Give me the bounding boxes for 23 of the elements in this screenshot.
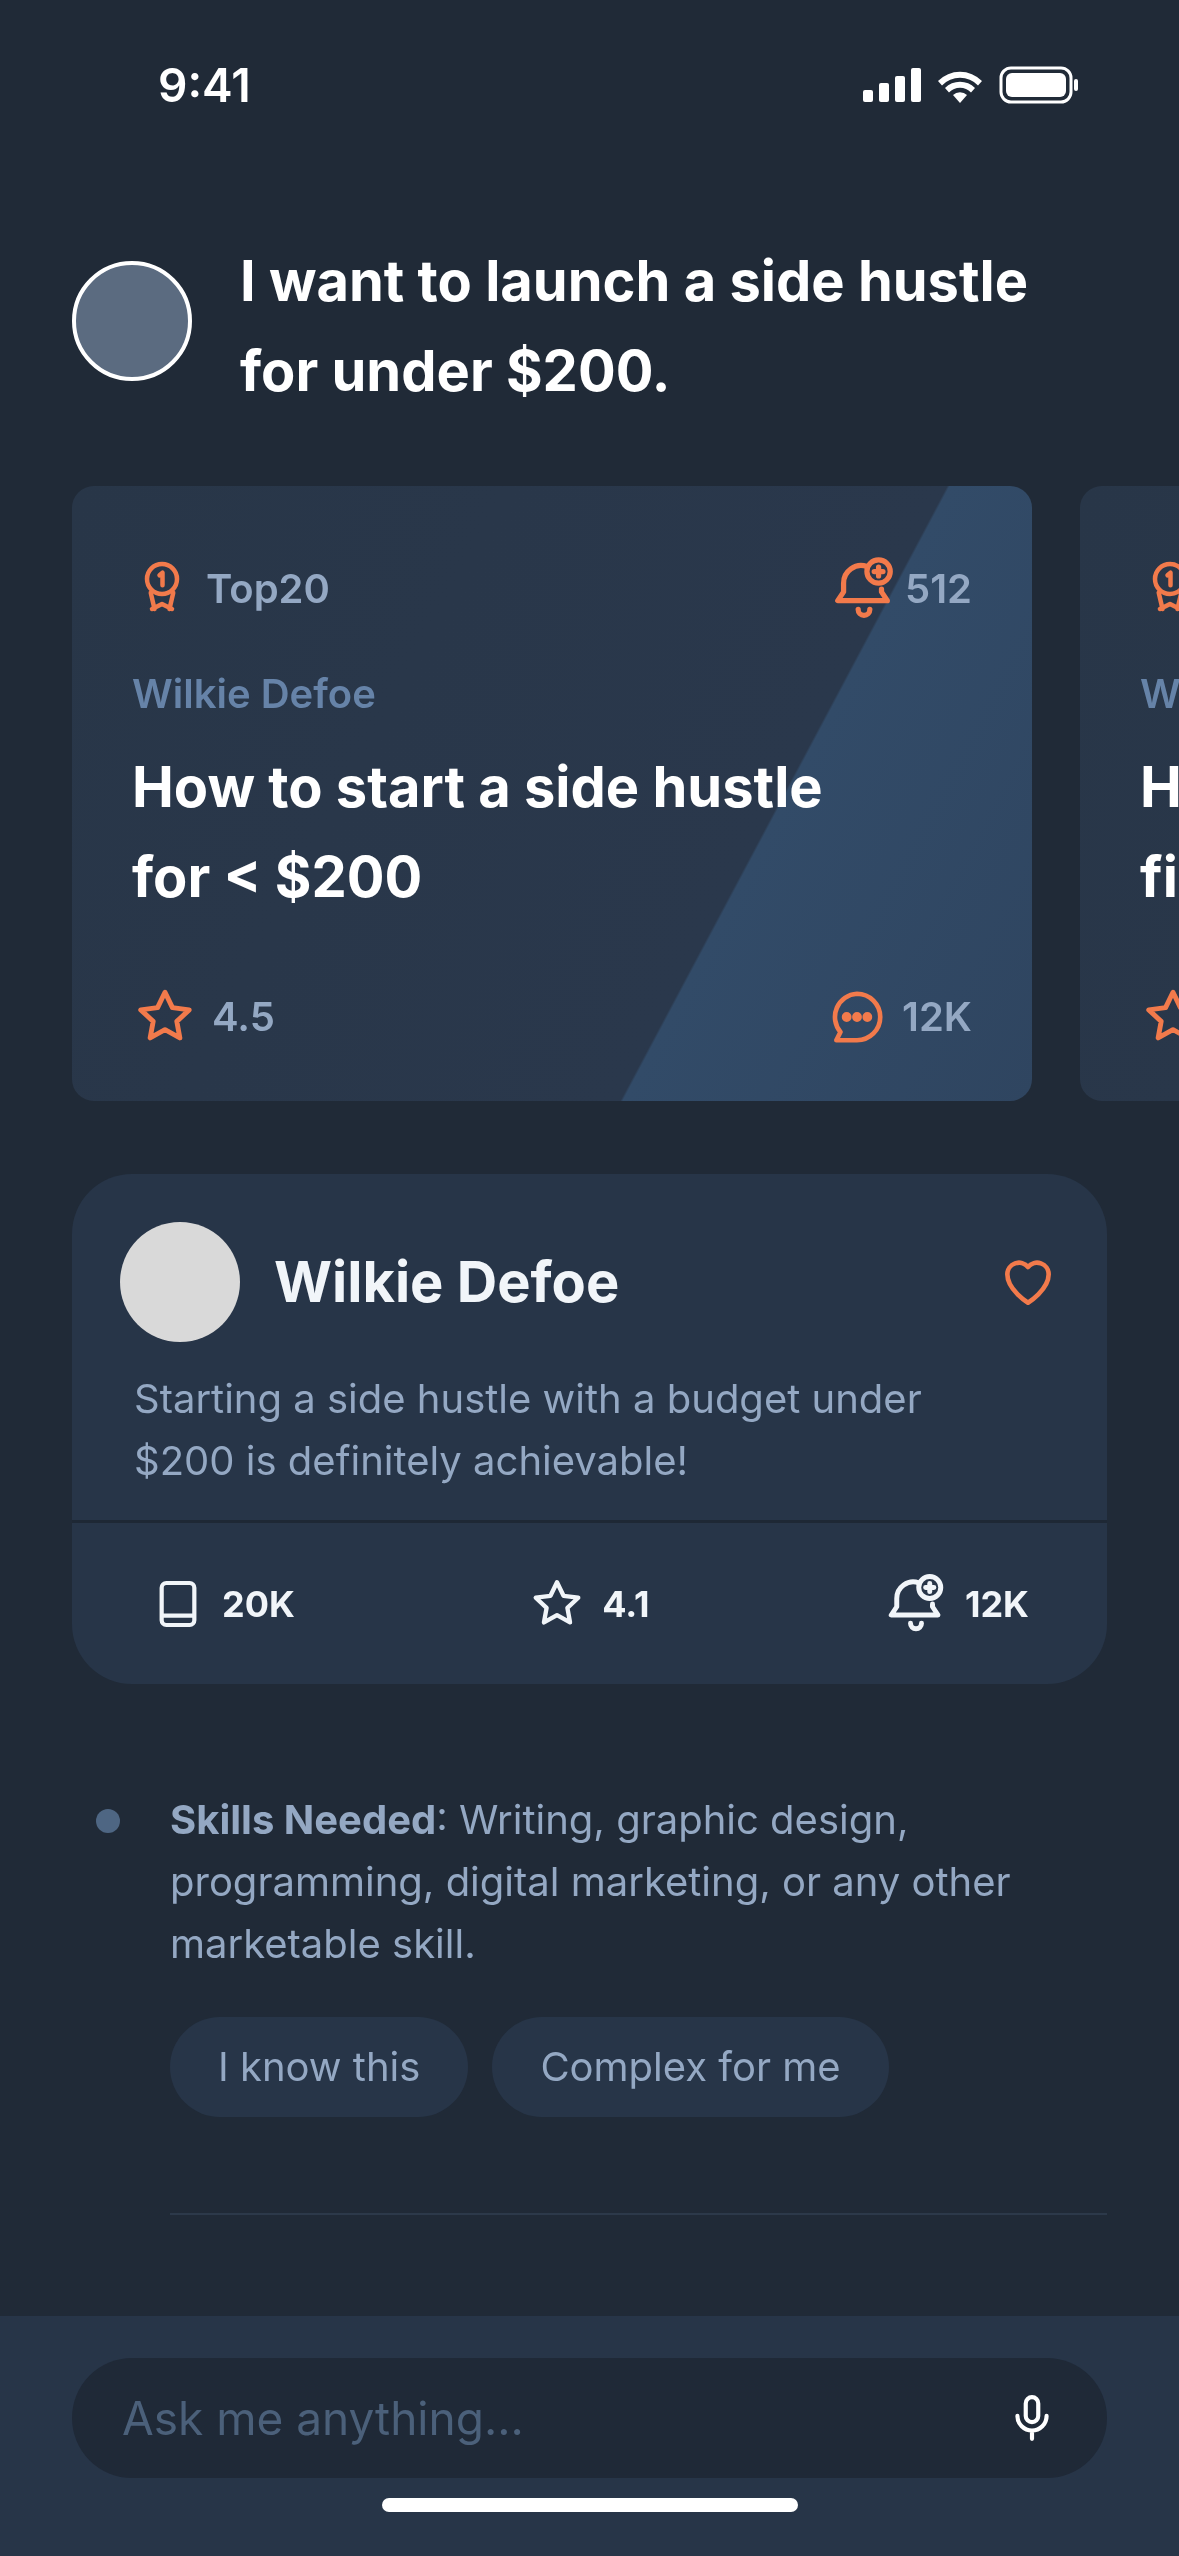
expert-name: Wilkie Defoe <box>274 1247 620 1318</box>
card-title: How to start a side hustle <box>132 752 823 823</box>
point-text: Skills Needed: Writing, graphic design, programming, digital marketing, or any other marketable skill. <box>170 1794 1012 1970</box>
topic-card[interactable]: Top20 512 Wilkie Defoe How to start a side hustle for < $200 4.5 12K <box>72 486 1032 1101</box>
card-title: for < $200 <box>132 842 423 913</box>
message-field[interactable]: Ask me anything... <box>72 2358 1107 2478</box>
response-chip[interactable]: Complex for me <box>492 2017 889 2117</box>
card-title: fi <box>1140 842 1178 913</box>
author-name: Wilkie Defoe <box>132 668 376 720</box>
battery-icon <box>999 66 1079 104</box>
card-title: H <box>1140 752 1179 823</box>
signal-icon <box>863 68 921 102</box>
rating-value: 4.5 <box>212 991 275 1043</box>
stat-value: 20K <box>222 1580 295 1628</box>
stat-value: 4.1 <box>602 1580 650 1628</box>
prompt-text: I want to launch a side hustle for under $200. <box>240 246 1030 407</box>
response-chip[interactable]: I know this <box>170 2017 469 2117</box>
expert-description: Starting a side hustle with a budget under $200 is definitely achievable! <box>133 1373 923 1487</box>
status-time: 9:41 <box>158 55 251 115</box>
stat-value: 12K <box>964 1580 1029 1628</box>
rank-label: Top20 <box>206 563 330 615</box>
subscriber-count: 512 <box>905 563 972 615</box>
comment-count: 12K <box>902 991 972 1043</box>
